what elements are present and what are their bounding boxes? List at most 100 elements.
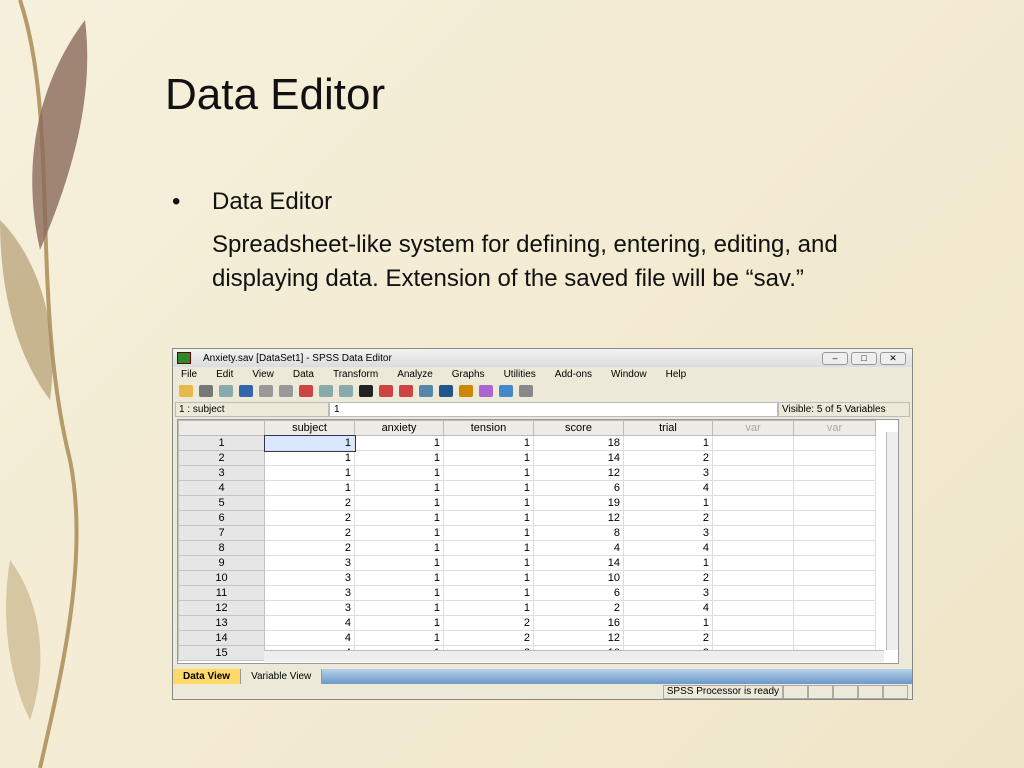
empty-cell[interactable] — [712, 525, 794, 541]
empty-cell[interactable] — [712, 600, 794, 616]
data-cell[interactable]: 1 — [443, 555, 534, 571]
row-number[interactable]: 1 — [178, 435, 265, 451]
data-cell[interactable]: 4 — [264, 630, 355, 646]
insert-variable-icon[interactable] — [399, 385, 413, 397]
empty-cell[interactable] — [712, 510, 794, 526]
data-cell[interactable]: 6 — [533, 480, 624, 496]
open-icon[interactable] — [179, 385, 193, 397]
menu-view[interactable]: View — [252, 369, 274, 380]
data-cell[interactable]: 2 — [264, 495, 355, 511]
data-cell[interactable]: 1 — [354, 495, 444, 511]
maximize-button[interactable]: □ — [851, 351, 877, 365]
data-cell[interactable]: 1 — [443, 570, 534, 586]
data-cell[interactable]: 2 — [623, 570, 713, 586]
data-cell[interactable]: 6 — [533, 585, 624, 601]
empty-cell[interactable] — [712, 435, 794, 451]
menu-transform[interactable]: Transform — [333, 369, 378, 380]
data-cell[interactable]: 1 — [354, 480, 444, 496]
insert-cases-icon[interactable] — [379, 385, 393, 397]
data-cell[interactable]: 3 — [264, 600, 355, 616]
data-cell[interactable]: 1 — [623, 495, 713, 511]
data-cell[interactable]: 2 — [623, 450, 713, 466]
row-number[interactable]: 13 — [178, 615, 265, 631]
empty-cell[interactable] — [793, 510, 876, 526]
empty-cell[interactable] — [712, 450, 794, 466]
menu-graphs[interactable]: Graphs — [452, 369, 485, 380]
tab-variable-view[interactable]: Variable View — [241, 669, 323, 684]
column-header-score[interactable]: score — [533, 420, 624, 436]
data-cell[interactable]: 3 — [264, 585, 355, 601]
column-header-trial[interactable]: trial — [623, 420, 713, 436]
horizontal-scrollbar[interactable] — [264, 650, 884, 662]
empty-cell[interactable] — [793, 495, 876, 511]
empty-cell[interactable] — [793, 585, 876, 601]
menu-window[interactable]: Window — [611, 369, 647, 380]
empty-cell[interactable] — [793, 435, 876, 451]
empty-cell[interactable] — [712, 540, 794, 556]
empty-cell[interactable] — [793, 465, 876, 481]
data-cell[interactable]: 1 — [354, 540, 444, 556]
tab-data-view[interactable]: Data View — [173, 669, 242, 684]
data-cell[interactable]: 14 — [533, 450, 624, 466]
data-cell[interactable]: 4 — [264, 615, 355, 631]
empty-cell[interactable] — [712, 570, 794, 586]
vertical-scrollbar[interactable] — [886, 432, 898, 650]
empty-cell[interactable] — [793, 525, 876, 541]
use-sets-icon[interactable] — [499, 385, 513, 397]
data-cell[interactable]: 12 — [533, 465, 624, 481]
column-header-var[interactable]: var — [712, 420, 794, 436]
data-cell[interactable]: 3 — [623, 585, 713, 601]
data-cell[interactable]: 18 — [533, 435, 624, 451]
menu-analyze[interactable]: Analyze — [397, 369, 433, 380]
data-cell[interactable]: 4 — [623, 480, 713, 496]
data-cell[interactable]: 1 — [354, 435, 444, 451]
goto-variable-icon[interactable] — [319, 385, 333, 397]
data-cell[interactable]: 1 — [354, 510, 444, 526]
data-cell[interactable]: 1 — [354, 615, 444, 631]
data-cell[interactable]: 4 — [533, 540, 624, 556]
menu-help[interactable]: Help — [666, 369, 687, 380]
column-header-subject[interactable]: subject — [264, 420, 355, 436]
row-number[interactable]: 15 — [178, 645, 265, 661]
empty-cell[interactable] — [793, 450, 876, 466]
row-number[interactable]: 3 — [178, 465, 265, 481]
empty-cell[interactable] — [793, 555, 876, 571]
menu-edit[interactable]: Edit — [216, 369, 233, 380]
empty-cell[interactable] — [712, 585, 794, 601]
empty-cell[interactable] — [793, 615, 876, 631]
data-cell[interactable]: 4 — [623, 540, 713, 556]
data-cell[interactable]: 1 — [263, 434, 356, 452]
data-cell[interactable]: 3 — [264, 555, 355, 571]
minimize-button[interactable]: – — [822, 351, 848, 365]
data-cell[interactable]: 1 — [354, 570, 444, 586]
column-header-var[interactable]: var — [793, 420, 876, 436]
row-number[interactable]: 7 — [178, 525, 265, 541]
data-cell[interactable]: 1 — [354, 525, 444, 541]
variables-icon[interactable] — [339, 385, 353, 397]
empty-cell[interactable] — [793, 600, 876, 616]
data-cell[interactable]: 4 — [623, 600, 713, 616]
data-cell[interactable]: 2 — [623, 510, 713, 526]
goto-case-icon[interactable] — [299, 385, 313, 397]
empty-cell[interactable] — [793, 540, 876, 556]
data-cell[interactable]: 16 — [533, 615, 624, 631]
data-cell[interactable]: 1 — [443, 450, 534, 466]
empty-cell[interactable] — [793, 480, 876, 496]
data-cell[interactable]: 1 — [443, 540, 534, 556]
data-cell[interactable]: 1 — [443, 495, 534, 511]
data-cell[interactable]: 2 — [264, 540, 355, 556]
row-number[interactable]: 4 — [178, 480, 265, 496]
data-cell[interactable]: 1 — [354, 630, 444, 646]
data-cell[interactable]: 12 — [533, 630, 624, 646]
split-file-icon[interactable] — [419, 385, 433, 397]
data-cell[interactable]: 1 — [443, 480, 534, 496]
data-cell[interactable]: 2 — [533, 600, 624, 616]
menu-utilities[interactable]: Utilities — [504, 369, 536, 380]
data-cell[interactable]: 3 — [623, 525, 713, 541]
data-cell[interactable]: 10 — [533, 570, 624, 586]
row-number[interactable]: 6 — [178, 510, 265, 526]
empty-cell[interactable] — [712, 495, 794, 511]
data-cell[interactable]: 1 — [623, 435, 713, 451]
data-cell[interactable]: 19 — [533, 495, 624, 511]
data-cell[interactable]: 1 — [443, 435, 534, 451]
